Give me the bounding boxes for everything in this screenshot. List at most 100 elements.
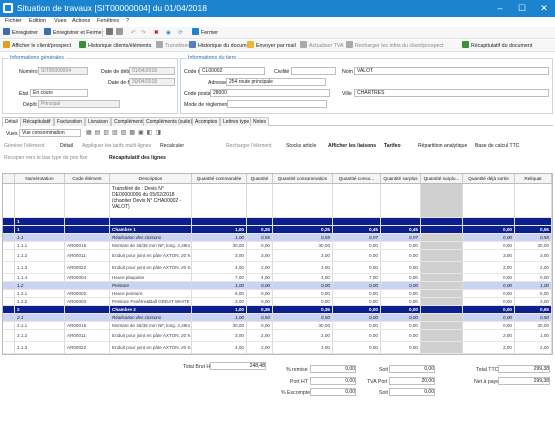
refresh-icon[interactable]: ⟳ <box>178 28 182 38</box>
row-checkbox[interactable] <box>3 290 15 298</box>
row-checkbox[interactable] <box>3 274 15 282</box>
stocks-article-button[interactable]: Stocks article <box>286 142 316 150</box>
grid-header-col[interactable]: Code élément <box>65 174 110 184</box>
menu-fenetres[interactable]: Fenêtres <box>97 18 119 24</box>
grid-tools-icons[interactable]: ▦▤▥▧▨▩▣◧◨ <box>86 129 164 136</box>
history-client-button[interactable]: Historique clients/éléments <box>79 41 151 51</box>
grid-header-col[interactable]: Quantité déjà sortie <box>463 174 515 184</box>
table-row[interactable]: 1.1.4 AR00004 Heure plaquiste 7,00 4,00 4,00 7… <box>3 274 552 282</box>
tarifeo-button[interactable]: Tarifeo <box>384 142 401 150</box>
ttc-base-button[interactable]: Base de calcul TTC <box>475 142 519 150</box>
etat-select[interactable]: En cours <box>30 89 88 97</box>
delete-icon[interactable]: ✖ <box>154 28 158 38</box>
civilite-select[interactable] <box>291 67 336 75</box>
table-row[interactable]: 1.1.3 AR00022 Enduit pour joint en pâte AX… <box>3 262 552 274</box>
row-checkbox[interactable] <box>3 226 15 234</box>
menu-help[interactable]: ? <box>126 18 129 24</box>
nom-field[interactable]: VALOT <box>354 67 549 75</box>
row-checkbox[interactable] <box>3 330 15 342</box>
recalculer-button[interactable]: Recalculer <box>160 142 184 150</box>
grid-header-col[interactable]: Numérotation <box>15 174 65 184</box>
save-close-button[interactable]: Enregistrer et Fermer <box>44 28 103 38</box>
show-client-button[interactable]: Afficher le client/prospect <box>3 41 71 51</box>
grid-header-col[interactable]: Description <box>110 174 192 184</box>
table-row[interactable]: 2.1.2 AR00011 Enduit pour joint en pâte AX… <box>3 330 552 342</box>
table-row[interactable]: 2.1.1 AR00016 Montant de 48/35 mm NF, long… <box>3 322 552 330</box>
table-row[interactable]: 1.1.2 AR00011 Enduit pour joint en pâte AX… <box>3 250 552 262</box>
table-row[interactable]: 2.1 Réalisation des cloisons 1,00 0,50 0,50 0… <box>3 314 552 322</box>
soit-escompte-field[interactable]: 0,00 <box>389 388 435 396</box>
soit-remise-field[interactable]: 0,00 <box>389 365 435 373</box>
analytics-button[interactable]: Répartition analytique <box>418 142 467 150</box>
save-button[interactable]: Enregistrer <box>3 28 38 38</box>
total-ttc-field[interactable]: 299,38 <box>498 365 550 373</box>
row-checkbox[interactable] <box>3 234 15 242</box>
table-row[interactable]: 1.2 Peinture 1,00 0,00 0,00 0,00 0,00 0,00 1,00 <box>3 282 552 290</box>
reglement-select[interactable] <box>227 100 327 108</box>
update-tva-button[interactable]: Actualiser TVA <box>300 41 344 51</box>
tab-lettres-type[interactable]: Lettres type <box>220 117 253 126</box>
first-record-icon[interactable]: ◉ <box>166 28 171 38</box>
close-window-button[interactable]: ✕ <box>533 0 555 17</box>
grid-header-col[interactable]: Quantité surplus <box>381 174 421 184</box>
copy-button[interactable] <box>116 28 125 38</box>
grid-header-col[interactable]: Reliquat <box>515 174 552 184</box>
numero-field[interactable]: SIT00000004 <box>38 67 88 75</box>
show-links-button[interactable]: Afficher les liaisons <box>328 142 376 150</box>
detail-button[interactable]: Détail <box>60 142 73 150</box>
minimize-button[interactable]: – <box>489 0 511 17</box>
menu-vues[interactable]: Vues <box>54 18 67 24</box>
table-row[interactable]: 1.2.2 AR00003 Peinture Fenêtre&Ball GREAT … <box>3 298 552 306</box>
row-checkbox[interactable] <box>3 298 15 306</box>
table-row[interactable]: 2.1.3 AR00022 Enduit pour joint en pâte AX… <box>3 342 552 354</box>
net-payer-field[interactable]: 299,38 <box>498 377 550 385</box>
undo-button[interactable]: ↶ <box>131 28 135 38</box>
table-row[interactable]: 1.1.1 AR00016 Montant de 48/35 mm NF, long… <box>3 242 552 250</box>
tab-facturation[interactable]: Facturation <box>54 117 86 126</box>
code-tiers-field[interactable]: CL00002 <box>199 67 265 75</box>
recap-lines-button[interactable]: Récapitulatif des lignes <box>109 154 166 162</box>
generate-element-button[interactable]: Générer l'élément <box>4 142 44 150</box>
row-checkbox[interactable] <box>3 342 15 354</box>
table-row[interactable]: 1.1 Réalisation des cloisons 1,00 0,55 0,55 0… <box>3 234 552 242</box>
table-row[interactable]: 1 <box>3 218 552 226</box>
tva-port-field[interactable]: 20,00 <box>389 377 435 385</box>
menu-fichier[interactable]: Fichier <box>5 18 22 24</box>
grid-header-col[interactable]: Quantité conso... <box>333 174 381 184</box>
row-checkbox[interactable] <box>3 306 15 314</box>
code-postal-field[interactable]: 28000 <box>210 89 330 97</box>
table-row[interactable]: Transféré de : Devis N° DE00000006 du 05… <box>3 184 552 218</box>
row-checkbox[interactable] <box>3 314 15 322</box>
port-ht-field[interactable]: 0,00 <box>310 377 356 385</box>
tab-recapitulatif[interactable]: Récapitulatif <box>20 117 54 126</box>
send-mail-button[interactable]: Envoyer par mail <box>247 41 296 51</box>
adresse-field[interactable]: 254 route principale <box>226 78 326 86</box>
grid-header-col[interactable]: Quantité consommation <box>273 174 333 184</box>
menu-actions[interactable]: Actions <box>72 18 90 24</box>
ville-field[interactable]: CHARTRES <box>354 89 549 97</box>
row-checkbox[interactable] <box>3 242 15 250</box>
depot-select[interactable]: Principal <box>38 100 120 108</box>
tab-livraison[interactable]: Livraison <box>85 117 112 126</box>
copy-down-button[interactable]: Recopier vers le bas type de prix fixe <box>4 154 88 162</box>
row-checkbox[interactable] <box>3 250 15 262</box>
reload-client-button[interactable]: Recharger les infos du client/prospect <box>346 41 444 51</box>
row-checkbox[interactable] <box>3 262 15 274</box>
history-document-button[interactable]: Historique du document <box>189 41 254 51</box>
table-row[interactable]: 2 Chambre 2 1,00 0,35 0,35 0,00 0,00 0,00 0,65 <box>3 306 552 314</box>
row-checkbox[interactable] <box>3 354 15 355</box>
table-row[interactable]: 1.2.1 AR00002 Heure peinture 6,00 0,00 0,00 0,… <box>3 290 552 298</box>
grid-header-col[interactable]: Quantité surplu... <box>421 174 463 184</box>
close-button[interactable]: Fermer <box>192 28 218 38</box>
transfer-button[interactable]: Transférer <box>156 41 189 51</box>
apply-tarifs-button[interactable]: Appliquer les tarifs multi-lignes <box>82 142 151 150</box>
reload-element-button[interactable]: Recharger l'élément <box>226 142 271 150</box>
tab-complements-suite[interactable]: Compléments (suite) <box>143 117 196 126</box>
row-checkbox[interactable] <box>3 322 15 330</box>
grid-header-select[interactable] <box>3 174 15 184</box>
escompte-field[interactable]: 0,00 <box>310 388 356 396</box>
total-brut-field[interactable]: 248,48 <box>210 362 266 370</box>
tab-notes[interactable]: Notes <box>250 117 270 126</box>
tab-detail[interactable]: Détail <box>2 117 21 127</box>
grid-header-col[interactable]: Quantité commandée <box>192 174 247 184</box>
